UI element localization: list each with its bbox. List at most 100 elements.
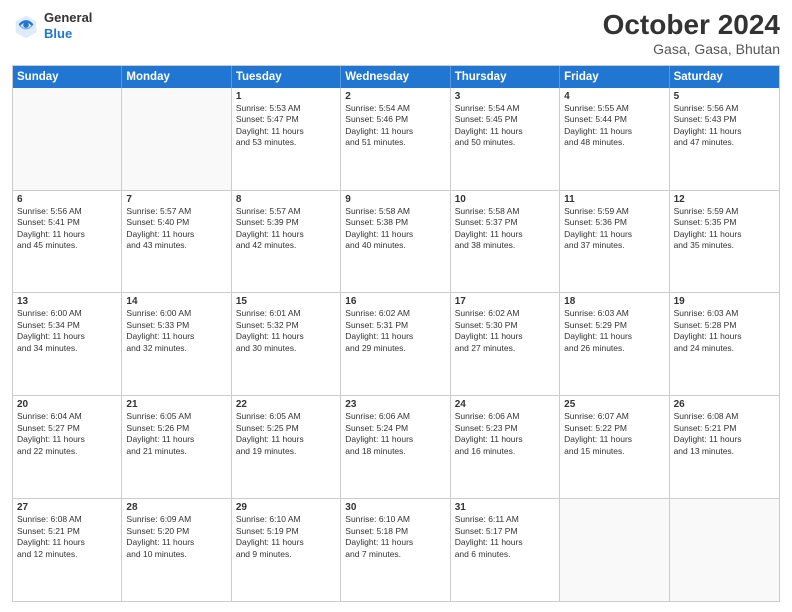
day-number: 13	[17, 296, 117, 307]
cal-cell: 16Sunrise: 6:02 AM Sunset: 5:31 PM Dayli…	[341, 293, 450, 395]
day-number: 4	[564, 91, 664, 102]
day-number: 16	[345, 296, 445, 307]
logo-text: General Blue	[44, 10, 92, 41]
cal-cell: 30Sunrise: 6:10 AM Sunset: 5:18 PM Dayli…	[341, 499, 450, 601]
cell-info: Sunrise: 6:08 AM Sunset: 5:21 PM Dayligh…	[17, 514, 117, 560]
cal-header-friday: Friday	[560, 66, 669, 88]
cal-cell: 9Sunrise: 5:58 AM Sunset: 5:38 PM Daylig…	[341, 191, 450, 293]
cal-cell: 8Sunrise: 5:57 AM Sunset: 5:39 PM Daylig…	[232, 191, 341, 293]
day-number: 2	[345, 91, 445, 102]
cell-info: Sunrise: 6:00 AM Sunset: 5:34 PM Dayligh…	[17, 308, 117, 354]
month-title: October 2024	[603, 10, 780, 41]
cell-info: Sunrise: 5:56 AM Sunset: 5:41 PM Dayligh…	[17, 206, 117, 252]
cell-info: Sunrise: 5:58 AM Sunset: 5:37 PM Dayligh…	[455, 206, 555, 252]
day-number: 5	[674, 91, 775, 102]
cal-cell: 18Sunrise: 6:03 AM Sunset: 5:29 PM Dayli…	[560, 293, 669, 395]
cal-week-5: 27Sunrise: 6:08 AM Sunset: 5:21 PM Dayli…	[13, 498, 779, 601]
day-number: 29	[236, 502, 336, 513]
day-number: 30	[345, 502, 445, 513]
cell-info: Sunrise: 6:03 AM Sunset: 5:29 PM Dayligh…	[564, 308, 664, 354]
cal-cell: 27Sunrise: 6:08 AM Sunset: 5:21 PM Dayli…	[13, 499, 122, 601]
calendar-header-row: SundayMondayTuesdayWednesdayThursdayFrid…	[13, 66, 779, 88]
cal-cell	[122, 88, 231, 190]
cell-info: Sunrise: 6:05 AM Sunset: 5:26 PM Dayligh…	[126, 411, 226, 457]
cal-cell: 20Sunrise: 6:04 AM Sunset: 5:27 PM Dayli…	[13, 396, 122, 498]
cell-info: Sunrise: 6:09 AM Sunset: 5:20 PM Dayligh…	[126, 514, 226, 560]
cal-cell: 13Sunrise: 6:00 AM Sunset: 5:34 PM Dayli…	[13, 293, 122, 395]
cal-header-monday: Monday	[122, 66, 231, 88]
cell-info: Sunrise: 5:59 AM Sunset: 5:36 PM Dayligh…	[564, 206, 664, 252]
calendar-body: 1Sunrise: 5:53 AM Sunset: 5:47 PM Daylig…	[13, 88, 779, 601]
cell-info: Sunrise: 5:53 AM Sunset: 5:47 PM Dayligh…	[236, 103, 336, 149]
cal-cell	[670, 499, 779, 601]
cal-cell: 19Sunrise: 6:03 AM Sunset: 5:28 PM Dayli…	[670, 293, 779, 395]
cell-info: Sunrise: 5:54 AM Sunset: 5:45 PM Dayligh…	[455, 103, 555, 149]
cell-info: Sunrise: 6:10 AM Sunset: 5:18 PM Dayligh…	[345, 514, 445, 560]
day-number: 15	[236, 296, 336, 307]
day-number: 20	[17, 399, 117, 410]
cell-info: Sunrise: 6:11 AM Sunset: 5:17 PM Dayligh…	[455, 514, 555, 560]
day-number: 14	[126, 296, 226, 307]
cell-info: Sunrise: 6:02 AM Sunset: 5:31 PM Dayligh…	[345, 308, 445, 354]
day-number: 17	[455, 296, 555, 307]
cell-info: Sunrise: 5:55 AM Sunset: 5:44 PM Dayligh…	[564, 103, 664, 149]
cell-info: Sunrise: 5:56 AM Sunset: 5:43 PM Dayligh…	[674, 103, 775, 149]
logo-general-text: General	[44, 10, 92, 25]
day-number: 8	[236, 194, 336, 205]
day-number: 27	[17, 502, 117, 513]
cell-info: Sunrise: 6:02 AM Sunset: 5:30 PM Dayligh…	[455, 308, 555, 354]
cal-cell: 7Sunrise: 5:57 AM Sunset: 5:40 PM Daylig…	[122, 191, 231, 293]
cal-header-thursday: Thursday	[451, 66, 560, 88]
cal-header-sunday: Sunday	[13, 66, 122, 88]
cal-cell: 1Sunrise: 5:53 AM Sunset: 5:47 PM Daylig…	[232, 88, 341, 190]
cal-cell: 4Sunrise: 5:55 AM Sunset: 5:44 PM Daylig…	[560, 88, 669, 190]
cell-info: Sunrise: 6:06 AM Sunset: 5:24 PM Dayligh…	[345, 411, 445, 457]
header: General Blue October 2024 Gasa, Gasa, Bh…	[12, 10, 780, 57]
cell-info: Sunrise: 6:01 AM Sunset: 5:32 PM Dayligh…	[236, 308, 336, 354]
cell-info: Sunrise: 6:00 AM Sunset: 5:33 PM Dayligh…	[126, 308, 226, 354]
day-number: 28	[126, 502, 226, 513]
cal-cell: 23Sunrise: 6:06 AM Sunset: 5:24 PM Dayli…	[341, 396, 450, 498]
logo: General Blue	[12, 10, 92, 41]
cal-cell: 21Sunrise: 6:05 AM Sunset: 5:26 PM Dayli…	[122, 396, 231, 498]
cal-cell: 15Sunrise: 6:01 AM Sunset: 5:32 PM Dayli…	[232, 293, 341, 395]
cal-week-4: 20Sunrise: 6:04 AM Sunset: 5:27 PM Dayli…	[13, 395, 779, 498]
day-number: 31	[455, 502, 555, 513]
day-number: 7	[126, 194, 226, 205]
cell-info: Sunrise: 5:54 AM Sunset: 5:46 PM Dayligh…	[345, 103, 445, 149]
day-number: 24	[455, 399, 555, 410]
day-number: 11	[564, 194, 664, 205]
cell-info: Sunrise: 5:57 AM Sunset: 5:40 PM Dayligh…	[126, 206, 226, 252]
day-number: 12	[674, 194, 775, 205]
cal-week-2: 6Sunrise: 5:56 AM Sunset: 5:41 PM Daylig…	[13, 190, 779, 293]
day-number: 19	[674, 296, 775, 307]
day-number: 9	[345, 194, 445, 205]
cell-info: Sunrise: 5:57 AM Sunset: 5:39 PM Dayligh…	[236, 206, 336, 252]
cal-cell: 28Sunrise: 6:09 AM Sunset: 5:20 PM Dayli…	[122, 499, 231, 601]
cal-cell: 6Sunrise: 5:56 AM Sunset: 5:41 PM Daylig…	[13, 191, 122, 293]
page: General Blue October 2024 Gasa, Gasa, Bh…	[0, 0, 792, 612]
cal-cell: 5Sunrise: 5:56 AM Sunset: 5:43 PM Daylig…	[670, 88, 779, 190]
day-number: 10	[455, 194, 555, 205]
cal-cell: 14Sunrise: 6:00 AM Sunset: 5:33 PM Dayli…	[122, 293, 231, 395]
cal-cell	[13, 88, 122, 190]
day-number: 1	[236, 91, 336, 102]
cal-cell: 11Sunrise: 5:59 AM Sunset: 5:36 PM Dayli…	[560, 191, 669, 293]
day-number: 26	[674, 399, 775, 410]
cal-cell: 12Sunrise: 5:59 AM Sunset: 5:35 PM Dayli…	[670, 191, 779, 293]
cell-info: Sunrise: 6:04 AM Sunset: 5:27 PM Dayligh…	[17, 411, 117, 457]
cal-cell: 3Sunrise: 5:54 AM Sunset: 5:45 PM Daylig…	[451, 88, 560, 190]
cal-header-wednesday: Wednesday	[341, 66, 450, 88]
cal-cell: 22Sunrise: 6:05 AM Sunset: 5:25 PM Dayli…	[232, 396, 341, 498]
cal-cell: 31Sunrise: 6:11 AM Sunset: 5:17 PM Dayli…	[451, 499, 560, 601]
cell-info: Sunrise: 6:03 AM Sunset: 5:28 PM Dayligh…	[674, 308, 775, 354]
day-number: 6	[17, 194, 117, 205]
cal-week-1: 1Sunrise: 5:53 AM Sunset: 5:47 PM Daylig…	[13, 88, 779, 190]
cell-info: Sunrise: 6:05 AM Sunset: 5:25 PM Dayligh…	[236, 411, 336, 457]
day-number: 3	[455, 91, 555, 102]
cal-header-tuesday: Tuesday	[232, 66, 341, 88]
cal-cell: 24Sunrise: 6:06 AM Sunset: 5:23 PM Dayli…	[451, 396, 560, 498]
calendar: SundayMondayTuesdayWednesdayThursdayFrid…	[12, 65, 780, 602]
day-number: 25	[564, 399, 664, 410]
cal-cell: 2Sunrise: 5:54 AM Sunset: 5:46 PM Daylig…	[341, 88, 450, 190]
